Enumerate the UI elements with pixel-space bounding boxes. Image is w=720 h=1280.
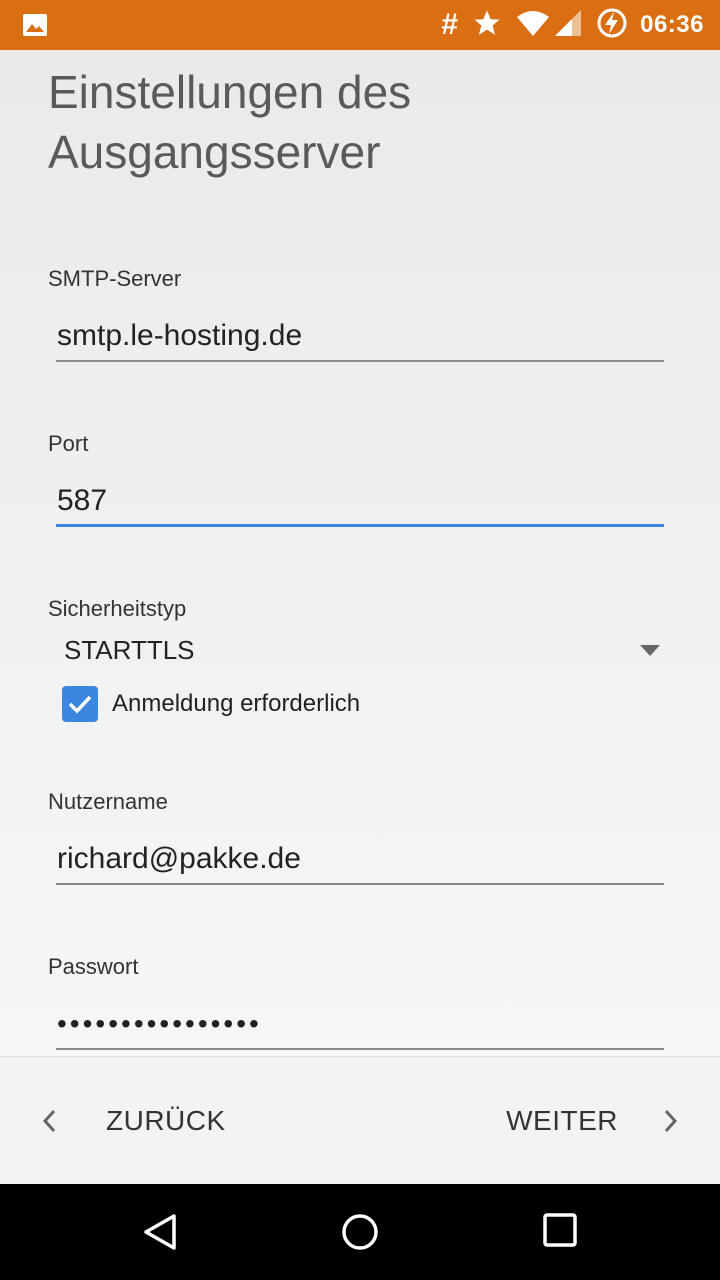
next-button-label: WEITER xyxy=(506,1105,618,1136)
wifi-icon xyxy=(516,9,550,42)
home-nav-icon[interactable] xyxy=(340,1212,380,1257)
next-button[interactable]: WEITER xyxy=(506,1057,680,1185)
star-icon xyxy=(472,8,502,43)
username-value: richard@pakke.de xyxy=(57,842,301,875)
auth-required-checkbox[interactable] xyxy=(62,686,98,722)
outgoing-server-settings: Einstellungen des Ausgangsserver SMTP-Se… xyxy=(0,50,720,1056)
image-icon xyxy=(22,13,48,42)
back-nav-icon[interactable] xyxy=(140,1212,180,1257)
security-type-dropdown[interactable]: STARTTLS xyxy=(56,628,664,672)
security-type-value: STARTTLS xyxy=(64,634,195,665)
port-value: 587 xyxy=(57,483,108,517)
auth-required-label: Anmeldung erforderlich xyxy=(112,690,361,717)
wizard-navigation: ZURÜCK WEITER xyxy=(0,1056,720,1185)
back-button-label: ZURÜCK xyxy=(106,1105,226,1136)
password-label: Passwort xyxy=(48,954,139,979)
smtp-server-label: SMTP-Server xyxy=(48,266,182,291)
signal-icon xyxy=(554,9,582,42)
security-type-label: Sicherheitstyp xyxy=(48,596,187,621)
chevron-left-icon xyxy=(42,1109,56,1133)
chevron-right-icon xyxy=(664,1109,678,1133)
username-input[interactable]: richard@pakke.de xyxy=(56,835,664,885)
battery-charging-icon xyxy=(596,7,628,44)
smtp-server-value: smtp.le-hosting.de xyxy=(57,319,303,352)
port-input[interactable]: 587 xyxy=(56,477,664,527)
back-button[interactable]: ZURÜCK xyxy=(40,1057,226,1185)
port-label: Port xyxy=(48,431,89,456)
page-title: Einstellungen des Ausgangsserver xyxy=(48,66,412,178)
smtp-server-input[interactable]: smtp.le-hosting.de xyxy=(56,312,664,362)
username-label: Nutzername xyxy=(48,789,168,814)
auth-required-row[interactable]: Anmeldung erforderlich xyxy=(62,686,360,722)
password-value: •••••••••••••••• xyxy=(57,1008,262,1039)
status-time: 06:36 xyxy=(640,11,704,38)
status-bar: # 06:36 xyxy=(0,0,720,50)
checkmark-icon xyxy=(68,695,92,714)
hash-icon: # xyxy=(441,8,459,41)
recents-nav-icon[interactable] xyxy=(542,1212,578,1253)
dropdown-arrow-icon xyxy=(640,644,660,656)
password-input[interactable]: •••••••••••••••• xyxy=(56,1000,664,1050)
system-navigation-bar xyxy=(0,1184,720,1280)
